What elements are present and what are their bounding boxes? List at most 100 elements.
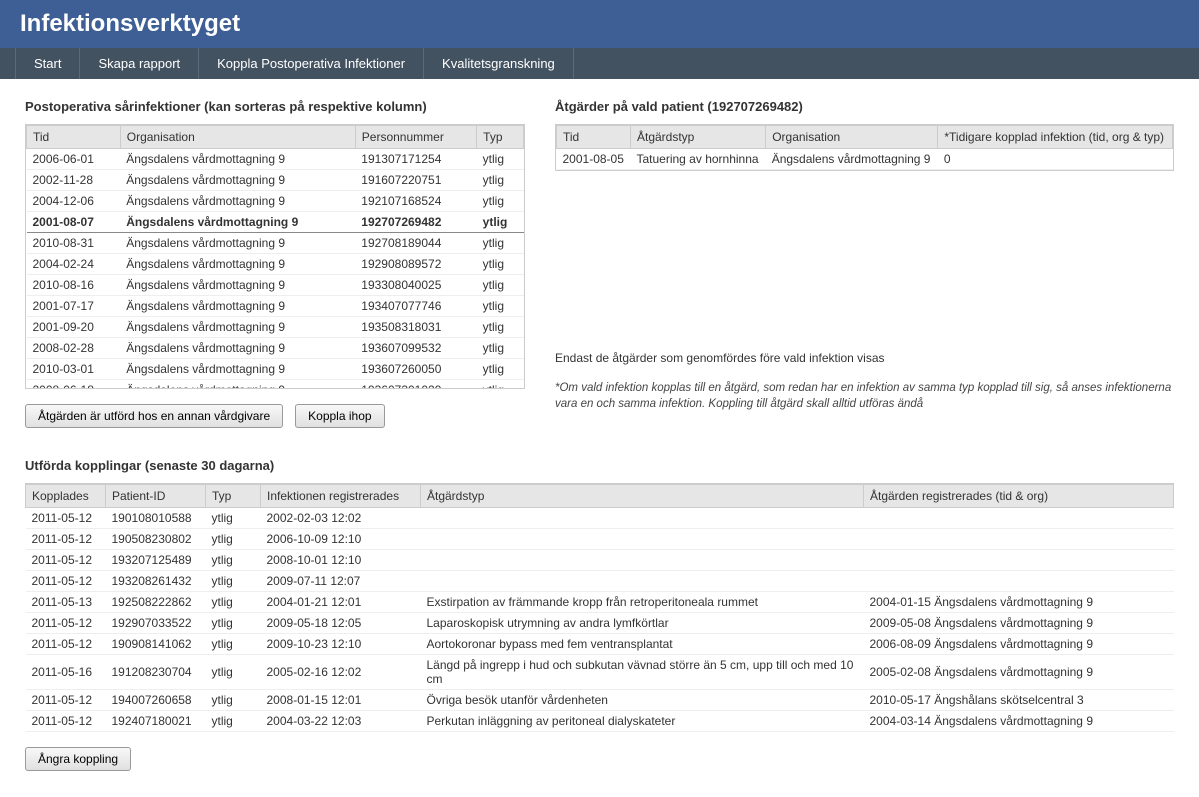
infection-cell: ytlig	[477, 149, 524, 170]
link-row[interactable]: 2011-05-12190508230802ytlig2006-10-09 12…	[26, 529, 1174, 550]
link-cell	[864, 508, 1174, 529]
infection-row[interactable]: 2001-09-20Ängsdalens vårdmottagning 9193…	[27, 317, 524, 338]
infection-cell: Ängsdalens vårdmottagning 9	[120, 296, 355, 317]
infection-cell: ytlig	[477, 212, 524, 233]
link-cell: 192907033522	[106, 613, 206, 634]
link-cell: 2011-05-12	[26, 571, 106, 592]
link-cell: 2005-02-16 12:02	[261, 655, 421, 690]
infection-row[interactable]: 2004-12-06Ängsdalens vårdmottagning 9192…	[27, 191, 524, 212]
link-row[interactable]: 2011-05-12194007260658ytlig2008-01-15 12…	[26, 690, 1174, 711]
infection-row[interactable]: 2010-08-31Ängsdalens vårdmottagning 9192…	[27, 233, 524, 254]
links-col-header[interactable]: Patient-ID	[106, 485, 206, 508]
link-row[interactable]: 2011-05-16191208230704ytlig2005-02-16 12…	[26, 655, 1174, 690]
infection-row[interactable]: 2002-11-28Ängsdalens vårdmottagning 9191…	[27, 170, 524, 191]
link-row[interactable]: 2011-05-13192508222862ytlig2004-01-21 12…	[26, 592, 1174, 613]
infection-cell: ytlig	[477, 275, 524, 296]
link-cell: 2004-01-15 Ängsdalens vårdmottagning 9	[864, 592, 1174, 613]
infection-cell: 193508318031	[355, 317, 476, 338]
action-cell: Ängsdalens vårdmottagning 9	[766, 149, 938, 170]
link-cell: 190508230802	[106, 529, 206, 550]
infection-cell: 2008-06-18	[27, 380, 121, 390]
infection-row[interactable]: 2001-08-07Ängsdalens vårdmottagning 9192…	[27, 212, 524, 233]
links-col-header[interactable]: Åtgärdstyp	[421, 485, 864, 508]
actions-col-header[interactable]: Tid	[557, 126, 631, 149]
links-col-header[interactable]: Infektionen registrerades	[261, 485, 421, 508]
infection-cell: ytlig	[477, 296, 524, 317]
nav-koppla-postop[interactable]: Koppla Postoperativa Infektioner	[199, 48, 424, 79]
link-cell: Exstirpation av främmande kropp från ret…	[421, 592, 864, 613]
link-row[interactable]: 2011-05-12192907033522ytlig2009-05-18 12…	[26, 613, 1174, 634]
nav-kvalitetsgranskning[interactable]: Kvalitetsgranskning	[424, 48, 574, 79]
link-cell: 193207125489	[106, 550, 206, 571]
infection-cell: Ängsdalens vårdmottagning 9	[120, 233, 355, 254]
infection-cell: Ängsdalens vårdmottagning 9	[120, 359, 355, 380]
link-cell: ytlig	[206, 655, 261, 690]
undo-link-button[interactable]: Ångra koppling	[25, 747, 131, 771]
action-row[interactable]: 2001-08-05Tatuering av hornhinnaÄngsdale…	[557, 149, 1173, 170]
link-row[interactable]: 2011-05-12192407180021ytlig2004-03-22 12…	[26, 711, 1174, 732]
link-cell: 2009-05-18 12:05	[261, 613, 421, 634]
infection-cell: ytlig	[477, 170, 524, 191]
infection-cell: 192707269482	[355, 212, 476, 233]
nav-start[interactable]: Start	[15, 48, 80, 79]
link-cell: 2004-03-14 Ängsdalens vårdmottagning 9	[864, 711, 1174, 732]
infection-cell: 192107168524	[355, 191, 476, 212]
link-cell: 2011-05-12	[26, 529, 106, 550]
infection-cell: Ängsdalens vårdmottagning 9	[120, 254, 355, 275]
actions-col-header[interactable]: Åtgärdstyp	[630, 126, 765, 149]
actions-footnote: *Om vald infektion kopplas till en åtgär…	[555, 380, 1174, 412]
link-cell	[421, 571, 864, 592]
link-cell: 192407180021	[106, 711, 206, 732]
infection-row[interactable]: 2001-07-17Ängsdalens vårdmottagning 9193…	[27, 296, 524, 317]
link-together-button[interactable]: Koppla ihop	[295, 404, 384, 428]
links-table: KoppladesPatient-IDTypInfektionen regist…	[25, 484, 1174, 732]
link-cell: 2011-05-12	[26, 711, 106, 732]
link-cell: 190908141062	[106, 634, 206, 655]
other-provider-button[interactable]: Åtgärden är utförd hos en annan vårdgiva…	[25, 404, 283, 428]
infection-cell: Ängsdalens vårdmottagning 9	[120, 191, 355, 212]
infection-cell: 192908089572	[355, 254, 476, 275]
infection-row[interactable]: 2004-02-24Ängsdalens vårdmottagning 9192…	[27, 254, 524, 275]
infection-cell: 2001-09-20	[27, 317, 121, 338]
link-cell: 2011-05-12	[26, 508, 106, 529]
infection-row[interactable]: 2010-03-01Ängsdalens vårdmottagning 9193…	[27, 359, 524, 380]
link-row[interactable]: 2011-05-12190108010588ytlig2002-02-03 12…	[26, 508, 1174, 529]
link-cell: 2005-02-08 Ängsdalens vårdmottagning 9	[864, 655, 1174, 690]
infection-cell: 2010-08-16	[27, 275, 121, 296]
link-cell: 2008-01-15 12:01	[261, 690, 421, 711]
infection-cell: Ängsdalens vårdmottagning 9	[120, 149, 355, 170]
link-row[interactable]: 2011-05-12190908141062ytlig2009-10-23 12…	[26, 634, 1174, 655]
links-col-header[interactable]: Typ	[206, 485, 261, 508]
links-title: Utförda kopplingar (senaste 30 dagarna)	[25, 458, 1174, 473]
link-cell: ytlig	[206, 550, 261, 571]
infections-col-header[interactable]: Personnummer	[355, 126, 476, 149]
actions-col-header[interactable]: Organisation	[766, 126, 938, 149]
link-cell: 191208230704	[106, 655, 206, 690]
actions-col-header[interactable]: *Tidigare kopplad infektion (tid, org & …	[938, 126, 1173, 149]
link-row[interactable]: 2011-05-12193208261432ytlig2009-07-11 12…	[26, 571, 1174, 592]
link-cell	[421, 529, 864, 550]
infection-cell: 2010-08-31	[27, 233, 121, 254]
action-cell: 0	[938, 149, 1173, 170]
link-cell: 2008-10-01 12:10	[261, 550, 421, 571]
infections-col-header[interactable]: Typ	[477, 126, 524, 149]
infections-col-header[interactable]: Organisation	[120, 126, 355, 149]
link-cell: 2011-05-13	[26, 592, 106, 613]
link-cell: Laparoskopisk utrymning av andra lymfkör…	[421, 613, 864, 634]
actions-table: TidÅtgärdstypOrganisation*Tidigare koppl…	[556, 125, 1173, 170]
link-cell: ytlig	[206, 592, 261, 613]
link-cell: 190108010588	[106, 508, 206, 529]
infection-row[interactable]: 2006-06-01Ängsdalens vårdmottagning 9191…	[27, 149, 524, 170]
infection-row[interactable]: 2008-02-28Ängsdalens vårdmottagning 9193…	[27, 338, 524, 359]
infections-scroll[interactable]: TidOrganisationPersonnummerTyp 2006-06-0…	[25, 124, 525, 389]
infection-row[interactable]: 2010-08-16Ängsdalens vårdmottagning 9193…	[27, 275, 524, 296]
link-cell: 2011-05-12	[26, 634, 106, 655]
link-row[interactable]: 2011-05-12193207125489ytlig2008-10-01 12…	[26, 550, 1174, 571]
link-cell: ytlig	[206, 690, 261, 711]
links-col-header[interactable]: Åtgärden registrerades (tid & org)	[864, 485, 1174, 508]
infection-row[interactable]: 2008-06-18Ängsdalens vårdmottagning 9193…	[27, 380, 524, 390]
nav-skapa-rapport[interactable]: Skapa rapport	[80, 48, 199, 79]
infections-col-header[interactable]: Tid	[27, 126, 121, 149]
infection-cell: 191307171254	[355, 149, 476, 170]
links-col-header[interactable]: Kopplades	[26, 485, 106, 508]
